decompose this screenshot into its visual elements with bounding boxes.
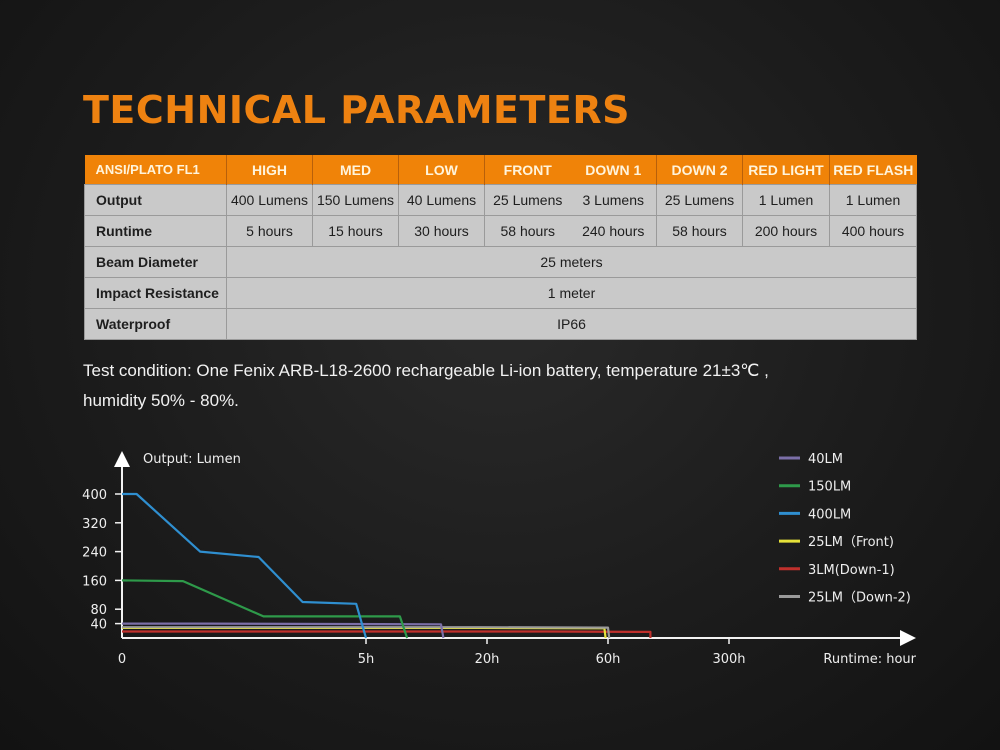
y-tick-label: 320 (82, 517, 107, 532)
x-axis-arrow-icon (900, 630, 916, 646)
x-tick-label: 0 (118, 652, 126, 667)
y-tick-label: 400 (82, 488, 107, 503)
x-tick-label: 5h (358, 652, 375, 667)
y-tick-label: 40 (90, 618, 107, 633)
legend-label: 3LM(Down-1) (808, 563, 895, 578)
x-axis-label: Runtime: hour (823, 652, 916, 667)
y-tick-label: 80 (90, 603, 107, 618)
legend-label: 40LM (808, 452, 843, 467)
x-tick-label: 60h (596, 652, 621, 667)
x-tick-label: 300h (712, 652, 745, 667)
x-tick-label: 20h (475, 652, 500, 667)
y-tick-label: 160 (82, 574, 107, 589)
legend-label: 400LM (808, 507, 851, 522)
y-axis-label: Output: Lumen (143, 452, 241, 467)
legend-label: 25LM（Down-2) (808, 591, 911, 606)
runtime-chart: Output: Lumen Runtime: hour 4080 160 240 320 4… (82, 451, 917, 667)
legend-label: 25LM（Front) (808, 535, 894, 550)
y-tick-label: 240 (82, 546, 107, 561)
legend-label: 150LM (808, 480, 851, 495)
y-axis-arrow-icon (114, 451, 130, 467)
